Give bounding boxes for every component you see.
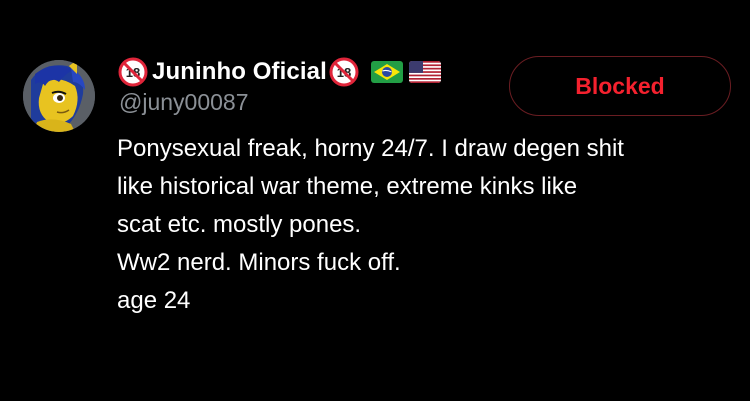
name-row: 18 Juninho Oficial 18 <box>118 56 441 88</box>
bio-line: scat etc. mostly pones. <box>117 211 362 238</box>
blocked-button[interactable]: Blocked <box>509 56 731 116</box>
brazil-flag-icon <box>370 61 403 83</box>
bio-line: like historical war theme, extreme kinks… <box>117 173 578 200</box>
usa-flag-icon <box>408 61 441 83</box>
bio: Ponysexual freak, horny 24/7. I draw deg… <box>117 130 737 320</box>
no-under-18-icon: 18 <box>329 57 359 87</box>
bio-line: age 24 <box>117 287 191 314</box>
avatar[interactable] <box>23 60 95 132</box>
no-under-18-icon: 18 <box>118 57 148 87</box>
profile-card: 18 Juninho Oficial 18 <box>0 0 750 401</box>
user-handle[interactable]: @juny00087 <box>119 89 249 116</box>
bio-line: Ww2 nerd. Minors fuck off. <box>117 249 401 276</box>
bio-line: Ponysexual freak, horny 24/7. I draw deg… <box>117 135 624 162</box>
pony-avatar-icon <box>23 60 95 132</box>
display-name: Juninho Oficial <box>152 58 327 85</box>
